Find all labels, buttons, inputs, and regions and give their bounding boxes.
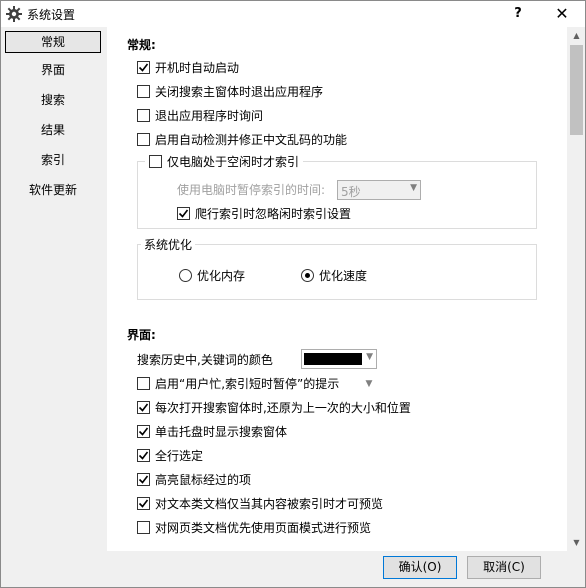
chevron-down-icon: ▼ bbox=[365, 379, 373, 389]
checkbox[interactable] bbox=[137, 60, 150, 74]
option-label: 全行选定 bbox=[155, 448, 204, 463]
option-label: 开机时自动启动 bbox=[155, 60, 240, 75]
option-restore-size[interactable]: 每次打开搜索窗体时,还原为上一次的大小和位置 bbox=[137, 398, 411, 416]
option-web-preview[interactable]: 对网页类文档优先使用页面模式进行预览 bbox=[137, 518, 371, 536]
option-autostart[interactable]: 开机时自动启动 bbox=[137, 58, 239, 76]
option-label: 对网页类文档优先使用页面模式进行预览 bbox=[155, 520, 372, 535]
option-label: 启用“用户忙,索引短时暂停”的提示 bbox=[155, 376, 340, 391]
option-idle-index[interactable]: 仅电脑处于空闲时才索引 bbox=[145, 152, 304, 170]
close-button[interactable]: ✕ bbox=[542, 2, 582, 26]
option-optimize-speed[interactable]: 优化速度 bbox=[301, 266, 367, 284]
checkmark-icon bbox=[138, 499, 149, 508]
checkmark-icon bbox=[138, 475, 149, 484]
option-busy-tip[interactable]: 启用“用户忙,索引短时暂停”的提示 bbox=[137, 374, 339, 392]
pause-time-select[interactable]: 5秒 ▼ bbox=[337, 180, 421, 200]
color-swatch bbox=[304, 353, 362, 365]
nav-item-interface[interactable]: 界面 bbox=[5, 60, 101, 82]
scroll-thumb[interactable] bbox=[570, 45, 583, 135]
radio-button[interactable] bbox=[301, 268, 314, 282]
pause-time-label: 使用电脑时暂停索引的时间: bbox=[177, 182, 326, 197]
option-text-preview[interactable]: 对文本类文档仅当其内容被索引时才可预览 bbox=[137, 494, 383, 512]
general-section-title: 常规: bbox=[127, 38, 156, 52]
option-label: 对文本类文档仅当其内容被索引时才可预览 bbox=[155, 496, 384, 511]
busy-tip-dropdown-arrow[interactable]: ▼ bbox=[361, 374, 377, 394]
option-hover-highlight[interactable]: 高亮鼠标经过的项 bbox=[137, 470, 251, 488]
option-label: 关闭搜索主窗体时退出应用程序 bbox=[155, 84, 324, 99]
settings-window: 系统设置 ? ✕ 常规 界面 搜索 结果 索引 软件更新 常规: 开机时自动启动… bbox=[0, 0, 586, 588]
checkbox[interactable] bbox=[137, 400, 150, 414]
option-label: 每次打开搜索窗体时,还原为上一次的大小和位置 bbox=[155, 400, 411, 415]
checkbox[interactable] bbox=[137, 496, 150, 510]
option-label: 退出应用程序时询问 bbox=[155, 108, 264, 123]
keyword-color-row: 搜索历史中,关键词的颜色 bbox=[137, 350, 273, 368]
settings-content: 常规: 开机时自动启动 关闭搜索主窗体时退出应用程序 退出应用程序时询问 启用自… bbox=[107, 27, 567, 551]
checkmark-icon bbox=[138, 63, 149, 72]
settings-nav: 常规 界面 搜索 结果 索引 软件更新 bbox=[1, 27, 107, 547]
option-label: 优化速度 bbox=[319, 268, 368, 283]
option-label: 单击托盘时显示搜索窗体 bbox=[155, 424, 288, 439]
nav-item-index[interactable]: 索引 bbox=[5, 150, 101, 172]
keyword-color-label: 搜索历史中,关键词的颜色 bbox=[137, 352, 273, 367]
nav-item-results[interactable]: 结果 bbox=[5, 120, 101, 142]
checkmark-icon bbox=[178, 209, 189, 218]
checkbox[interactable] bbox=[137, 376, 150, 390]
checkmark-icon bbox=[138, 427, 149, 436]
option-label: 优化内存 bbox=[197, 268, 246, 283]
nav-item-general[interactable]: 常规 bbox=[5, 31, 101, 53]
checkbox[interactable] bbox=[137, 108, 150, 122]
checkbox[interactable] bbox=[137, 472, 150, 486]
nav-item-search[interactable]: 搜索 bbox=[5, 90, 101, 112]
checkbox[interactable] bbox=[137, 520, 150, 534]
checkbox[interactable] bbox=[149, 154, 162, 168]
title-bar: 系统设置 ? ✕ bbox=[1, 1, 585, 27]
checkmark-icon bbox=[138, 451, 149, 460]
dialog-footer: 确认(O) 取消(C) bbox=[1, 551, 585, 587]
keyword-color-picker[interactable]: ▼ bbox=[301, 349, 377, 369]
option-fix-garbled-text[interactable]: 启用自动检测并修正中文乱码的功能 bbox=[137, 130, 347, 148]
nav-item-software-update[interactable]: 软件更新 bbox=[5, 180, 101, 202]
scroll-up-arrow-icon[interactable]: ▲ bbox=[568, 27, 585, 44]
option-label: 高亮鼠标经过的项 bbox=[155, 472, 252, 487]
checkbox[interactable] bbox=[137, 84, 150, 98]
scroll-down-arrow-icon[interactable]: ▼ bbox=[568, 534, 585, 551]
checkbox[interactable] bbox=[137, 448, 150, 462]
chevron-down-icon: ▼ bbox=[410, 183, 417, 193]
checkmark-icon bbox=[138, 403, 149, 412]
cancel-button[interactable]: 取消(C) bbox=[467, 556, 541, 579]
content-scrollbar[interactable]: ▲ ▼ bbox=[568, 27, 585, 551]
option-ignore-idle[interactable]: 爬行索引时忽略闲时索引设置 bbox=[177, 204, 351, 222]
pause-time-row: 使用电脑时暂停索引的时间: bbox=[177, 180, 325, 198]
option-exit-on-close[interactable]: 关闭搜索主窗体时退出应用程序 bbox=[137, 82, 323, 100]
option-full-row-select[interactable]: 全行选定 bbox=[137, 446, 203, 464]
checkbox[interactable] bbox=[137, 424, 150, 438]
radio-dot bbox=[305, 272, 310, 278]
option-optimize-memory[interactable]: 优化内存 bbox=[179, 266, 245, 284]
ok-button[interactable]: 确认(O) bbox=[383, 556, 457, 579]
gear-icon bbox=[6, 6, 22, 22]
pause-time-value: 5秒 bbox=[341, 185, 361, 199]
checkbox[interactable] bbox=[177, 206, 190, 220]
checkbox[interactable] bbox=[137, 132, 150, 146]
interface-section-title: 界面: bbox=[127, 328, 156, 342]
system-optimize-legend: 系统优化 bbox=[141, 236, 196, 253]
option-label: 爬行索引时忽略闲时索引设置 bbox=[195, 206, 352, 221]
option-label: 启用自动检测并修正中文乱码的功能 bbox=[155, 132, 348, 147]
chevron-down-icon: ▼ bbox=[366, 352, 373, 362]
option-label: 仅电脑处于空闲时才索引 bbox=[167, 154, 300, 169]
window-title: 系统设置 bbox=[27, 8, 76, 22]
option-ask-on-exit[interactable]: 退出应用程序时询问 bbox=[137, 106, 263, 124]
radio-button[interactable] bbox=[179, 268, 192, 282]
help-button[interactable]: ? bbox=[506, 2, 530, 26]
option-tray-click[interactable]: 单击托盘时显示搜索窗体 bbox=[137, 422, 287, 440]
